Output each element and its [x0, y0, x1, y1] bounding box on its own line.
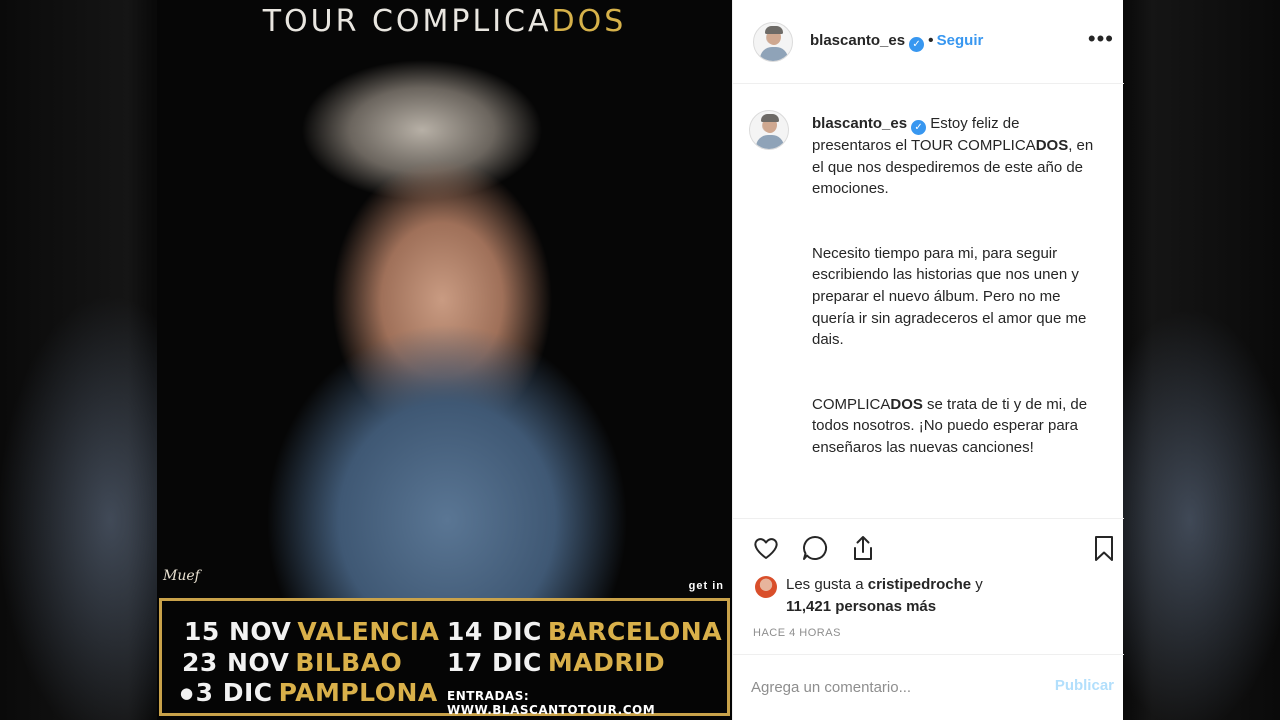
- likes-prefix: Les gusta a: [786, 576, 868, 593]
- caption-username-link[interactable]: blascanto_es: [812, 115, 907, 132]
- verified-badge-icon: ✓: [911, 120, 927, 135]
- tour-date-city: MADRID: [547, 648, 666, 677]
- likes-middle: y: [971, 576, 983, 593]
- tour-date-day: 17 DIC: [447, 648, 542, 677]
- separator-dot: •: [928, 32, 934, 49]
- person-icon: ●: [180, 684, 194, 702]
- avatar[interactable]: [749, 110, 789, 150]
- avatar-body: [760, 47, 788, 61]
- share-icon[interactable]: [848, 533, 878, 563]
- avatar-body: [756, 135, 784, 149]
- comment-input[interactable]: [751, 673, 1041, 701]
- caption-paragraph: blascanto_es ✓ Estoy feliz de presentaros…: [812, 113, 1102, 200]
- more-options-icon[interactable]: •••: [1088, 26, 1114, 52]
- poster-title-main: TOUR COMPLICA: [262, 4, 552, 39]
- liker-username-link[interactable]: cristipedroche: [868, 576, 971, 593]
- username-link[interactable]: blascanto_es: [810, 32, 905, 49]
- avatar[interactable]: [753, 22, 793, 62]
- heart-icon[interactable]: [751, 533, 781, 563]
- poster-photo: [157, 0, 732, 600]
- tour-date: ●3 DIC PAMPLONA: [180, 678, 438, 707]
- likes-count-link[interactable]: 11,421 personas más: [786, 598, 936, 615]
- caption-bold-part: DOS: [1035, 137, 1069, 154]
- tour-date-city: BILBAO: [295, 648, 403, 677]
- publish-button[interactable]: Publicar: [1055, 677, 1114, 694]
- tour-date-city: PAMPLONA: [278, 678, 438, 707]
- tour-dates-box: 15 NOV VALENCIA 23 NOV BILBAO ●3 DIC PAMPLO…: [159, 598, 730, 717]
- post-image[interactable]: TOUR COMPLICADOS Muef get in 15 NOV VALEN…: [157, 0, 732, 720]
- tour-date-day: 14 DIC: [447, 617, 542, 646]
- avatar-hair: [765, 26, 783, 34]
- caption-text-part: COMPLICA: [812, 395, 891, 413]
- tour-date: 15 NOV VALENCIA: [184, 617, 439, 646]
- tour-date: 14 DIC BARCELONA: [447, 617, 722, 646]
- likes-text: Les gusta a cristipedroche y 11,421 pers…: [786, 574, 1046, 618]
- header-user-line: blascanto_es ✓ • Seguir: [810, 32, 983, 52]
- avatar-hair: [761, 114, 779, 122]
- poster-credit-logo: Muef: [163, 568, 200, 584]
- tour-date: 23 NOV BILBAO: [182, 648, 402, 677]
- caption-paragraph: Necesito tiempo para mi, para seguir esc…: [812, 244, 1087, 349]
- follow-button[interactable]: Seguir: [937, 32, 984, 49]
- post-sidebar: blascanto_es ✓ • Seguir ••• blascanto_es ✓ E…: [732, 0, 1124, 720]
- poster-title-accent: DOS: [551, 4, 627, 39]
- caption-paragraph: COMPLICADOS se trata de ti y de mi, de t…: [812, 394, 1102, 459]
- poster-sponsor-logo: get in: [688, 580, 724, 592]
- tour-date-day: 3 DIC: [195, 678, 273, 707]
- post-timestamp[interactable]: HACE 4 HORAS: [753, 627, 841, 639]
- bookmark-icon[interactable]: [1089, 533, 1119, 563]
- tickets-url: ENTRADAS: WWW.BLASCANTOTOUR.COM: [447, 689, 656, 717]
- tour-date: 17 DIC MADRID: [447, 648, 665, 677]
- comment-bar: Publicar: [733, 654, 1124, 720]
- poster-title: TOUR COMPLICADOS: [157, 4, 732, 39]
- caption-bold-part: DOS: [890, 395, 923, 413]
- tour-date-day: 23 NOV: [182, 648, 290, 677]
- comment-icon[interactable]: [800, 533, 830, 563]
- tour-date-city: BARCELONA: [547, 617, 723, 646]
- post-actions: Les gusta a cristipedroche y 11,421 pers…: [733, 518, 1124, 654]
- verified-badge-icon: ✓: [909, 37, 925, 52]
- tour-date-city: VALENCIA: [297, 617, 440, 646]
- liker-avatar[interactable]: [755, 576, 777, 598]
- post-header: blascanto_es ✓ • Seguir •••: [733, 0, 1124, 84]
- caption-text: blascanto_es ✓ Estoy feliz de presentaros…: [812, 113, 1102, 502]
- tour-date-day: 15 NOV: [184, 617, 292, 646]
